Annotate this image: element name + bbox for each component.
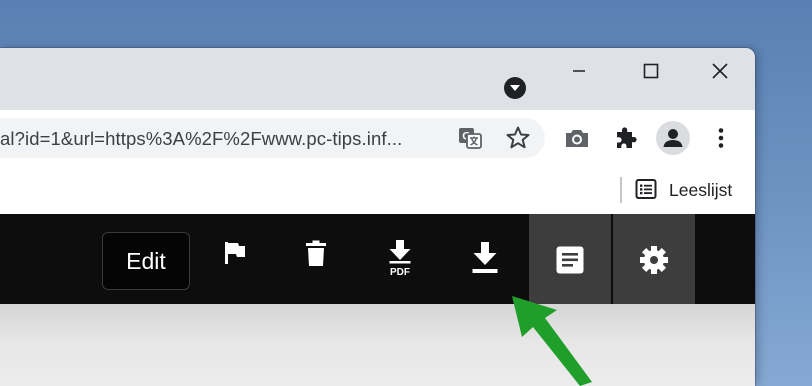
reader-toolbar: Edit PDF (0, 214, 755, 304)
star-icon[interactable] (503, 123, 533, 153)
chevron-down-icon[interactable] (504, 77, 526, 99)
title-bar (0, 48, 755, 110)
translate-icon[interactable]: G (455, 123, 485, 153)
minimize-icon[interactable] (556, 56, 602, 84)
flag-icon[interactable] (214, 238, 254, 280)
extensions-icon[interactable] (611, 123, 641, 153)
browser-toolbar: al?id=1&url=https%3A%2F%2Fwww.pc-tips.in… (0, 110, 755, 166)
reading-list-icon (634, 177, 658, 206)
pdf-label: PDF (390, 267, 410, 278)
green-arrow-annotation (512, 296, 592, 386)
page-content (0, 304, 755, 386)
bookmarks-divider (620, 177, 622, 203)
reader-view-icon (556, 246, 584, 274)
edit-button[interactable]: Edit (102, 232, 190, 290)
close-icon[interactable] (697, 56, 743, 84)
more-menu-icon[interactable] (706, 123, 736, 153)
camera-icon[interactable] (562, 123, 592, 153)
browser-window: al?id=1&url=https%3A%2F%2Fwww.pc-tips.in… (0, 48, 755, 386)
reading-list-label: Leeslijst (669, 180, 733, 200)
settings-button[interactable] (613, 214, 695, 304)
account-icon[interactable] (656, 121, 690, 155)
maximize-icon[interactable] (628, 56, 674, 84)
bookmarks-bar: Leeslijst (0, 166, 755, 214)
download-icon[interactable] (465, 238, 505, 280)
trash-icon[interactable] (296, 238, 336, 280)
pdf-download-icon[interactable]: PDF (380, 238, 420, 280)
url-text[interactable]: al?id=1&url=https%3A%2F%2Fwww.pc-tips.in… (0, 128, 440, 150)
settings-icon (640, 246, 668, 274)
